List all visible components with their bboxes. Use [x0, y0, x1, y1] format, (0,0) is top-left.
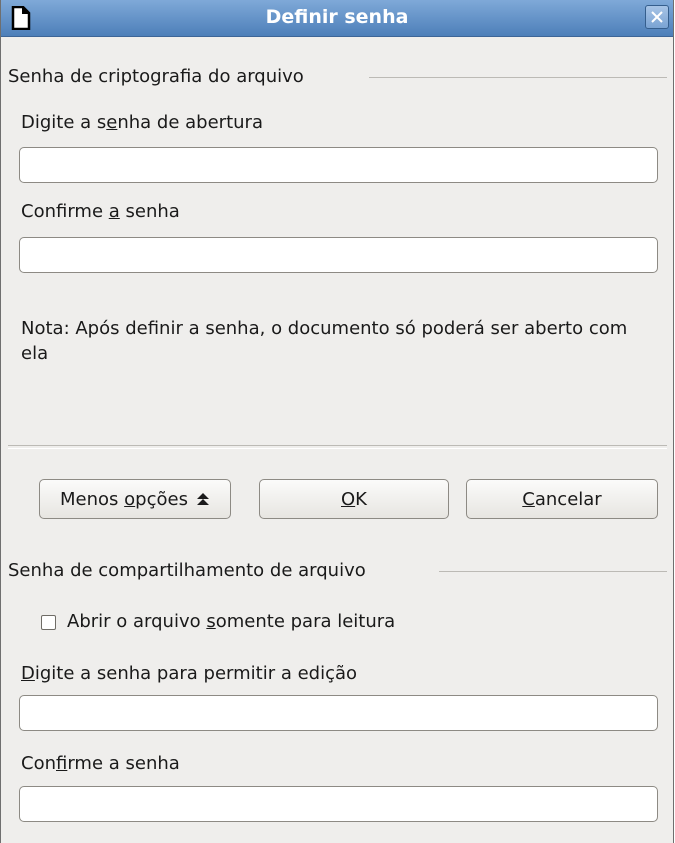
horizontal-separator: [8, 445, 667, 449]
section-divider: [439, 571, 667, 572]
ok-button[interactable]: OK: [259, 479, 449, 519]
password-dialog: Definir senha Senha de criptografia do a…: [0, 0, 674, 843]
edit-password-label: Digite a senha para permitir a edição: [21, 663, 358, 684]
confirm-edit-password-label: Confirme a senha: [21, 753, 180, 774]
confirm-edit-password-field[interactable]: [19, 786, 658, 822]
note-text: Nota: Após definir a senha, o documento …: [21, 318, 628, 364]
title-bar[interactable]: Definir senha: [1, 0, 673, 37]
double-up-arrow-icon: [196, 482, 210, 505]
open-password-field[interactable]: [19, 147, 658, 183]
close-icon: [651, 11, 663, 23]
encryption-section-title: Senha de criptografia do arquivo: [8, 66, 304, 87]
confirm-password-field[interactable]: [19, 237, 658, 273]
close-button[interactable]: [645, 5, 669, 29]
dialog-title: Definir senha: [265, 6, 409, 28]
edit-password-field[interactable]: [19, 695, 658, 731]
sharing-section-title: Senha de compartilhamento de arquivo: [8, 560, 366, 581]
readonly-checkbox-label: Abrir o arquivo somente para leitura: [67, 611, 396, 632]
confirm-password-label: Confirme a senha: [21, 201, 180, 222]
open-password-label: Digite a senha de abertura: [21, 112, 263, 133]
less-options-button[interactable]: Menos opções: [39, 479, 231, 519]
readonly-checkbox[interactable]: [41, 615, 56, 630]
section-divider: [369, 77, 667, 78]
cancel-button[interactable]: Cancelar: [466, 479, 658, 519]
